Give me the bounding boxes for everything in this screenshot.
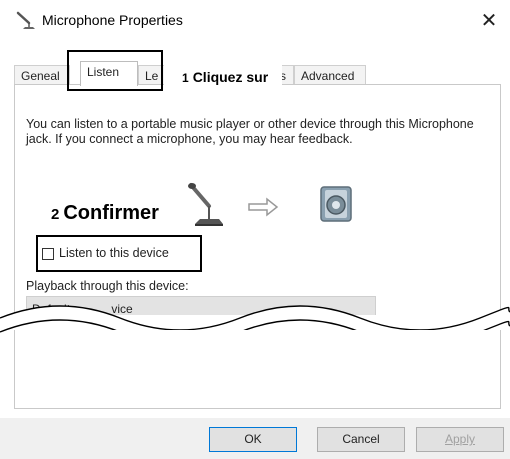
apply-button[interactable]: Apply xyxy=(416,427,504,452)
ok-button[interactable]: OK xyxy=(209,427,297,452)
microphone-icon xyxy=(188,183,223,226)
step2-text: Confirmer xyxy=(63,202,159,224)
close-button[interactable]: ✕ xyxy=(474,8,504,34)
step2-number: 2 xyxy=(51,206,60,223)
close-icon: ✕ xyxy=(480,10,498,32)
tab-label: Advanced xyxy=(301,69,355,83)
tab-listen[interactable]: Listen xyxy=(80,61,138,86)
step2-annotation: 2 Confirmer xyxy=(51,202,159,225)
tab-general[interactable]: Geneal xyxy=(14,65,70,85)
arrow-right-icon xyxy=(248,197,279,217)
tab-label: Gene xyxy=(21,69,51,83)
speaker-icon xyxy=(320,186,352,222)
microphone-icon xyxy=(16,11,35,29)
listen-to-device-checkbox[interactable] xyxy=(42,248,54,260)
step1-text: Cliquez sur xyxy=(192,69,269,85)
listen-to-device-label[interactable]: Listen to this device xyxy=(59,246,169,260)
tab-panel-lower xyxy=(14,330,501,409)
tab-label-suffix: al xyxy=(50,69,60,83)
step1-number: 1 xyxy=(182,71,189,85)
listen-description: You can listen to a portable music playe… xyxy=(26,117,474,146)
tab-label: Listen xyxy=(87,65,120,79)
tab-advanced[interactable]: Advanced xyxy=(294,65,366,85)
cancel-button[interactable]: Cancel xyxy=(317,427,405,452)
window-title: Microphone Properties xyxy=(42,12,183,28)
step1-annotation: 1 Cliquez sur xyxy=(182,69,268,85)
